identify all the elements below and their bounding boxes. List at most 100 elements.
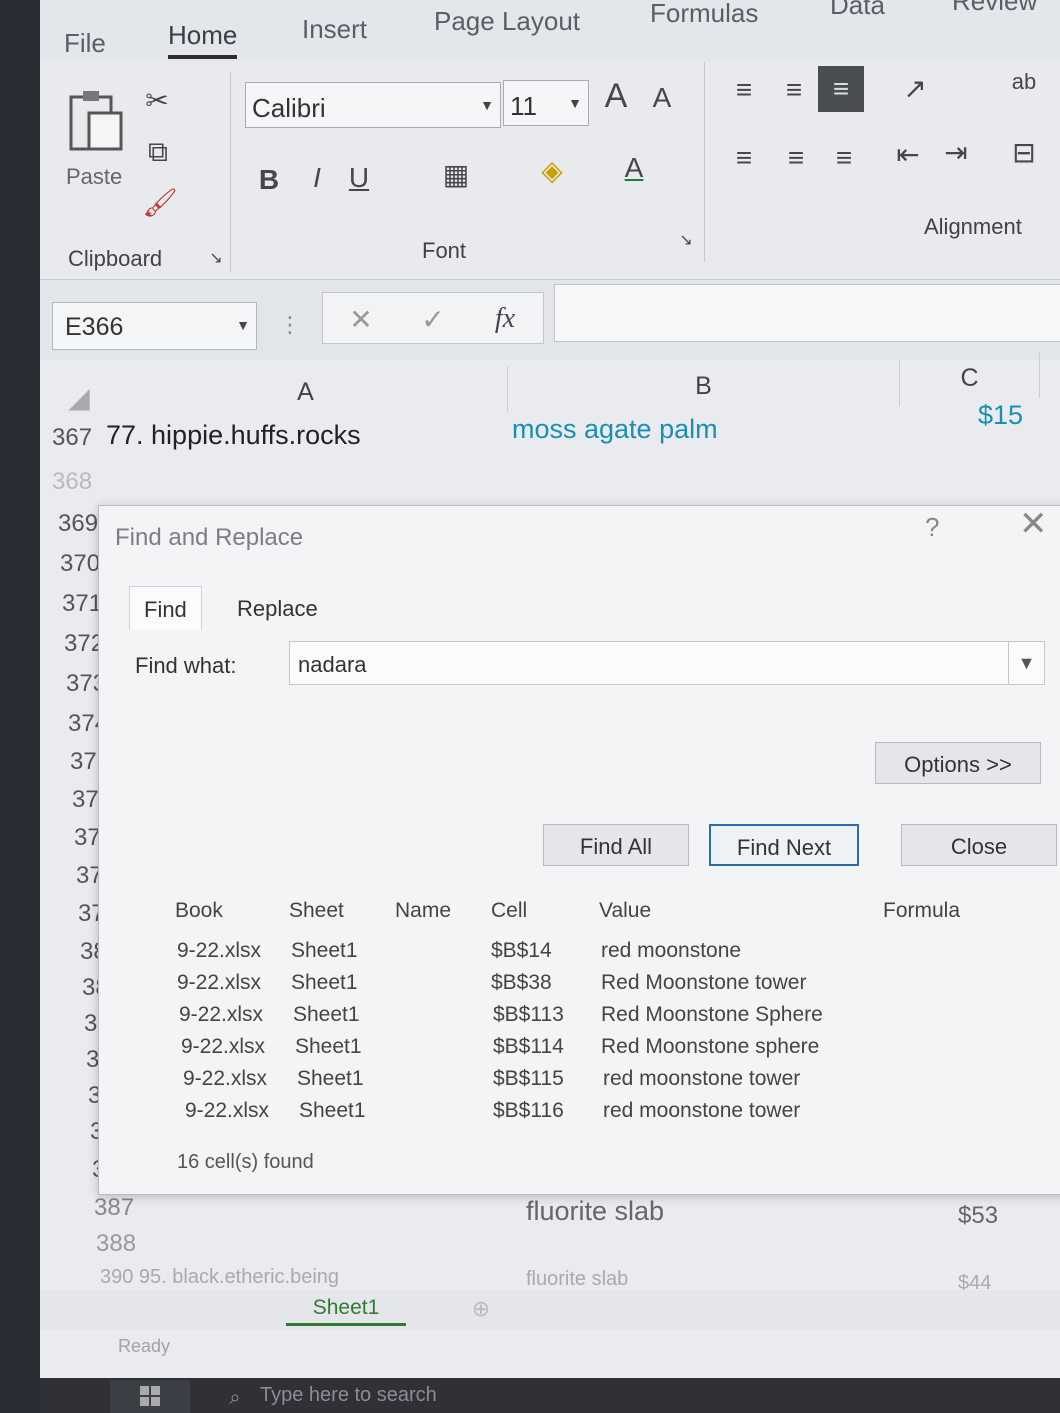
cell-b387[interactable]: fluorite slab xyxy=(526,1196,664,1227)
tab-file[interactable]: File xyxy=(64,28,106,59)
align-center-icon[interactable]: ≡ xyxy=(778,140,814,176)
align-middle-icon[interactable]: ≡ xyxy=(776,72,812,108)
cut-icon[interactable]: ✂ xyxy=(140,80,174,120)
results-header-cell[interactable]: Cell xyxy=(491,899,527,923)
help-icon[interactable]: ? xyxy=(925,512,939,543)
close-button[interactable]: Close xyxy=(901,824,1057,866)
name-box[interactable]: E366 ▼ xyxy=(52,302,257,350)
cell-a389[interactable]: 390 95. black.etheric.being xyxy=(100,1266,339,1289)
increase-indent-icon[interactable]: ⇥ xyxy=(938,134,974,170)
result-book: 9-22.xlsx xyxy=(181,1035,266,1058)
tab-replace[interactable]: Replace xyxy=(223,586,332,630)
bold-icon[interactable]: B xyxy=(254,160,284,200)
taskbar-search[interactable]: ⌕ Type here to search xyxy=(200,1384,820,1412)
dialog-launcher-icon[interactable]: ↘ xyxy=(206,248,226,268)
column-header-c[interactable]: C xyxy=(900,352,1040,398)
tab-find[interactable]: Find xyxy=(129,586,202,630)
results-status: 16 cell(s) found xyxy=(177,1151,314,1173)
fill-color-icon[interactable]: ◈ xyxy=(532,148,572,192)
cell-c387[interactable]: $53 xyxy=(958,1202,998,1230)
insert-function-icon[interactable]: fx xyxy=(483,299,527,339)
result-sheet: Sheet1 xyxy=(291,939,358,962)
result-value: Red Moonstone Sphere xyxy=(601,1003,823,1026)
tab-page-layout[interactable]: Page Layout xyxy=(434,6,580,37)
increase-font-icon[interactable]: A xyxy=(596,74,636,118)
tab-data[interactable]: Data xyxy=(830,0,885,21)
tab-review[interactable]: Review xyxy=(952,0,1037,17)
align-left-icon[interactable]: ≡ xyxy=(726,140,762,176)
results-header-name[interactable]: Name xyxy=(395,899,451,923)
tab-home[interactable]: Home xyxy=(168,20,238,59)
result-value: red moonstone xyxy=(601,939,742,962)
chevron-down-icon[interactable]: ▼ xyxy=(1008,642,1044,684)
orientation-icon[interactable]: ↗ xyxy=(890,68,940,108)
cancel-icon[interactable]: ✕ xyxy=(341,299,381,339)
result-value: Red Moonstone tower xyxy=(601,971,807,994)
decrease-font-icon[interactable]: A xyxy=(644,78,680,118)
paste-label[interactable]: Paste xyxy=(66,164,122,190)
format-painter-icon[interactable]: 🖌 xyxy=(140,182,180,222)
row-number[interactable]: 388 xyxy=(96,1230,136,1258)
italic-icon[interactable]: I xyxy=(302,158,332,198)
find-all-button[interactable]: Find All xyxy=(543,824,689,866)
add-sheet-icon[interactable]: ⊕ xyxy=(466,1294,496,1324)
align-top-icon[interactable]: ≡ xyxy=(726,72,762,108)
row-number[interactable]: 369 xyxy=(58,510,98,538)
tab-formulas[interactable]: Formulas xyxy=(650,0,758,29)
borders-icon[interactable]: ▦ xyxy=(436,154,476,194)
align-right-icon[interactable]: ≡ xyxy=(826,140,862,176)
close-icon[interactable]: ✕ xyxy=(1019,504,1048,544)
row-number[interactable]: 367 xyxy=(52,424,92,452)
result-value: red moonstone tower xyxy=(603,1067,801,1090)
result-sheet: Sheet1 xyxy=(295,1035,362,1058)
underline-icon[interactable]: U xyxy=(344,158,374,198)
cell-a367[interactable]: 77. hippie.huffs.rocks xyxy=(106,420,361,451)
results-header-book[interactable]: Book xyxy=(175,899,223,923)
options-button[interactable]: Options >> xyxy=(875,742,1041,784)
sheet-tab[interactable]: Sheet1 xyxy=(286,1292,406,1326)
result-sheet: Sheet1 xyxy=(297,1067,364,1090)
status-ready: Ready xyxy=(118,1336,171,1356)
select-all-icon[interactable]: ◢ xyxy=(64,382,94,413)
separator xyxy=(230,72,231,272)
taskbar: ⌕ Type here to search xyxy=(40,1378,1060,1413)
excel-window: File Home Insert Page Layout Formulas Da… xyxy=(40,0,1060,1413)
result-book: 9-22.xlsx xyxy=(183,1067,268,1090)
decrease-indent-icon[interactable]: ⇤ xyxy=(890,136,926,172)
tab-insert[interactable]: Insert xyxy=(302,14,367,45)
chevron-down-icon: ▼ xyxy=(568,95,582,111)
row-number[interactable]: 370 xyxy=(60,550,100,578)
formula-input[interactable] xyxy=(554,284,1060,342)
results-header-sheet[interactable]: Sheet xyxy=(289,899,344,923)
column-header-a[interactable]: A xyxy=(104,366,508,412)
cell-c367[interactable]: $15 xyxy=(978,400,1023,431)
enter-icon[interactable]: ✓ xyxy=(413,299,453,339)
cell-b367[interactable]: moss agate palm xyxy=(512,414,718,445)
results-header-formula[interactable]: Formula xyxy=(883,899,960,923)
wrap-text-icon[interactable]: ab xyxy=(1004,62,1044,102)
row-number[interactable]: 371 xyxy=(62,590,102,618)
row-number[interactable]: 387 xyxy=(94,1194,134,1222)
windows-start-icon[interactable] xyxy=(110,1380,190,1413)
font-size-select[interactable]: 11 ▼ xyxy=(503,80,589,126)
results-list[interactable]: Book Sheet Name Cell Value Formula 9-22.… xyxy=(119,891,1059,1143)
column-header-b[interactable]: B xyxy=(508,360,900,406)
align-bottom-icon[interactable]: ≡ xyxy=(818,66,864,112)
more-options-icon: ⋮ xyxy=(279,312,301,337)
results-header-value[interactable]: Value xyxy=(599,899,651,923)
font-color-icon[interactable]: A xyxy=(614,146,654,190)
merge-center-icon[interactable]: ⊟ xyxy=(1004,132,1044,172)
clipboard-group-label: Clipboard xyxy=(68,246,163,271)
row-number[interactable]: 368 xyxy=(52,468,92,496)
find-what-input[interactable]: nadara ▼ xyxy=(289,641,1045,685)
find-next-button[interactable]: Find Next xyxy=(709,824,859,866)
ribbon-tabs: File Home Insert Page Layout Formulas Da… xyxy=(40,0,1060,62)
paste-icon[interactable] xyxy=(64,86,128,156)
copy-icon[interactable]: ⧉ xyxy=(138,132,178,172)
font-name-select[interactable]: Calibri ▼ xyxy=(245,82,501,128)
formula-bar: E366 ▼ ⋮ ✕ ✓ fx xyxy=(40,280,1060,360)
alignment-group-label: Alignment xyxy=(924,214,1022,239)
dialog-title: Find and Replace xyxy=(115,524,304,551)
dialog-launcher-icon[interactable]: ↘ xyxy=(676,230,696,250)
cell-b389[interactable]: fluorite slab xyxy=(526,1268,628,1291)
